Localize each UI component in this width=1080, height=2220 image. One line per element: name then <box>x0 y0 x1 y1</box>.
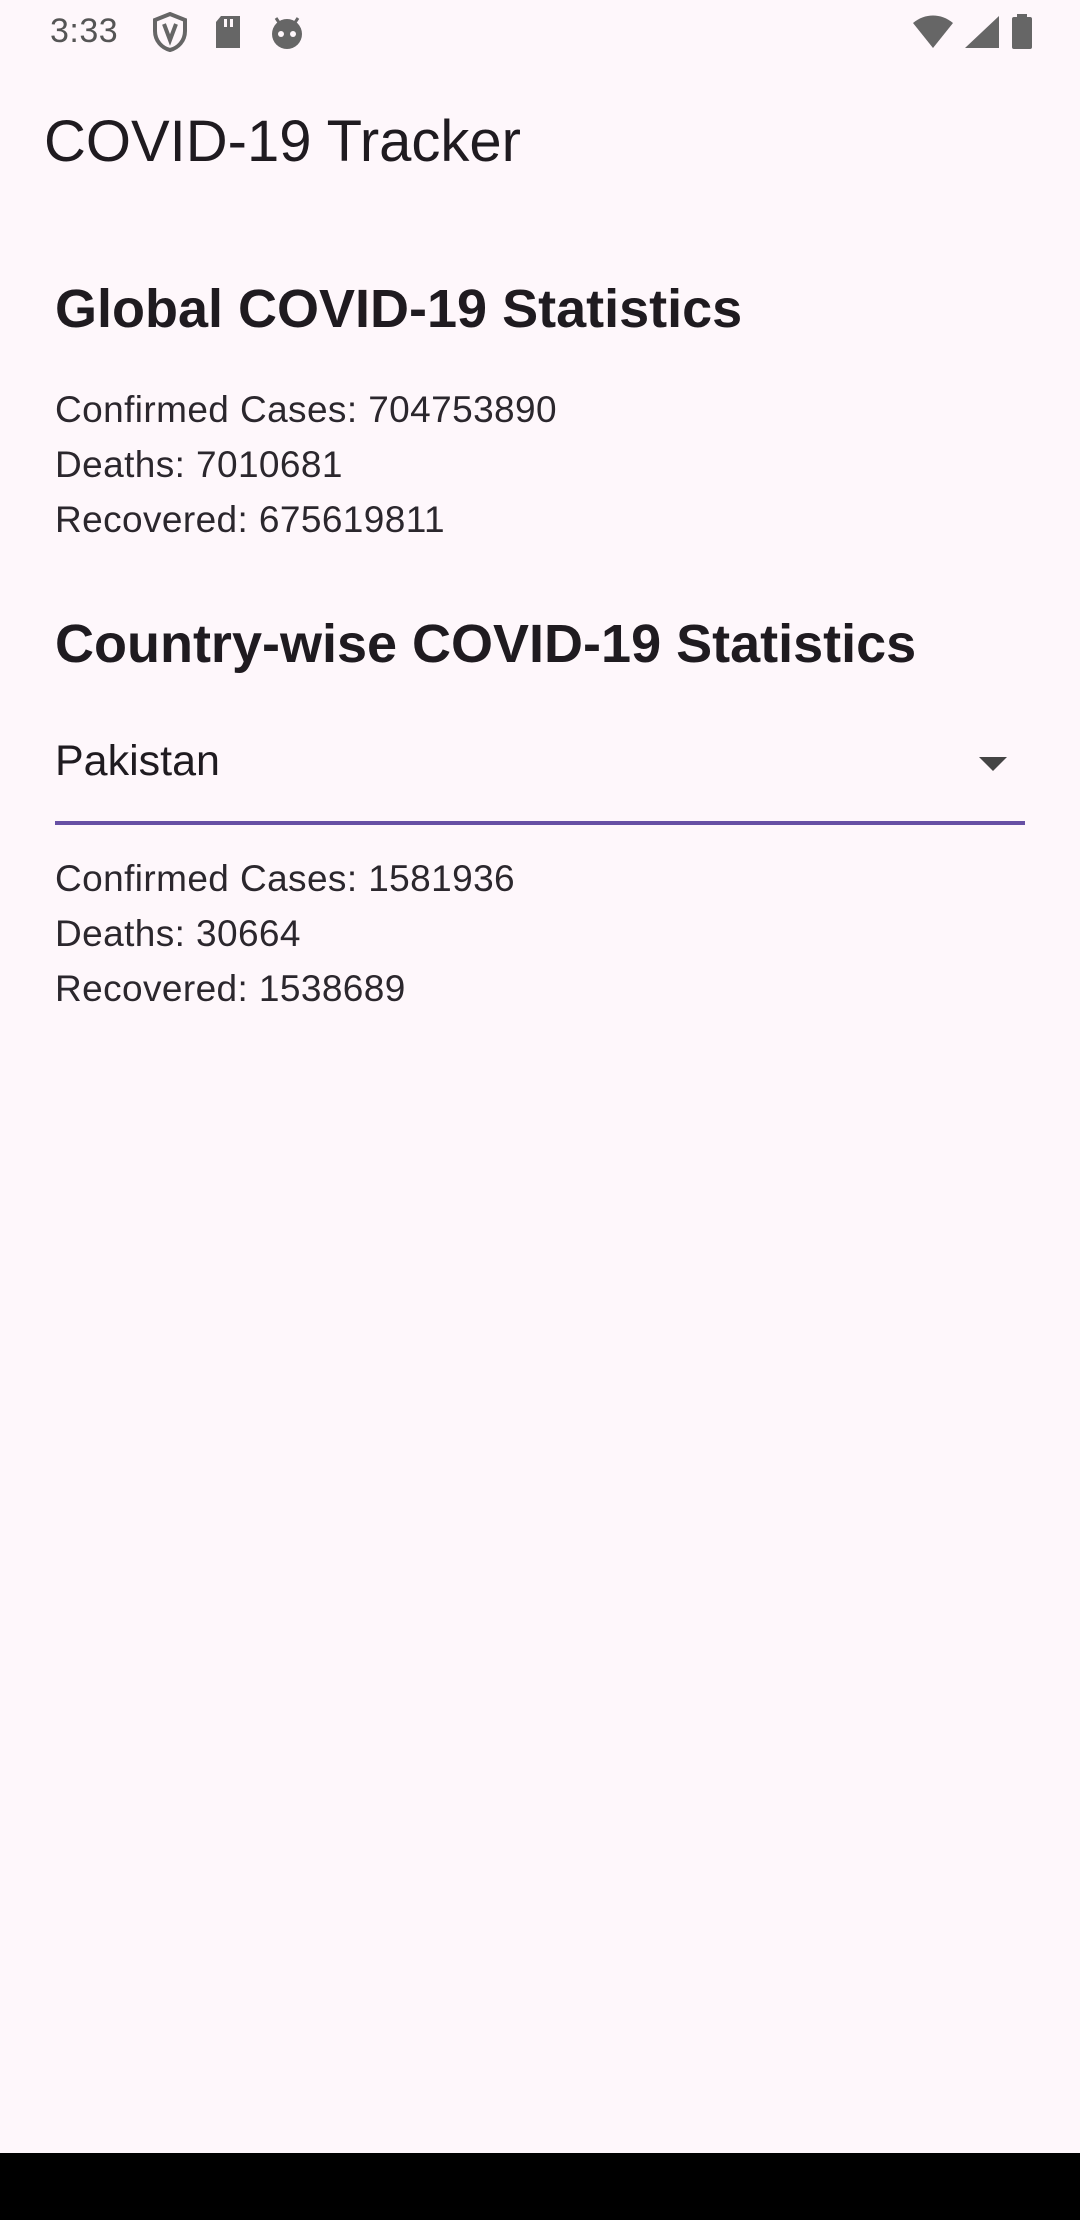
sd-card-icon <box>216 16 240 48</box>
global-stats: Confirmed Cases: 704753890 Deaths: 70106… <box>55 382 1025 547</box>
country-dropdown[interactable]: Pakistan <box>55 731 1025 825</box>
app-bar: COVID-19 Tracker <box>0 66 1080 214</box>
status-right-icons <box>912 14 1034 50</box>
country-deaths: Deaths: 30664 <box>55 913 301 954</box>
global-confirmed: Confirmed Cases: 704753890 <box>55 389 557 430</box>
shield-icon <box>153 12 187 52</box>
caret-down-icon <box>979 757 1007 771</box>
wifi-icon <box>913 15 953 48</box>
country-dropdown-value: Pakistan <box>55 737 220 785</box>
android-face-icon <box>272 17 302 49</box>
main-content: Global COVID-19 Statistics Confirmed Cas… <box>55 270 1025 1016</box>
app-title: COVID-19 Tracker <box>44 109 521 174</box>
status-time: 3:33 <box>50 12 119 50</box>
battery-icon <box>1012 14 1032 49</box>
country-stats-title: Country-wise COVID-19 Statistics <box>55 614 917 674</box>
global-stats-title: Global COVID-19 Statistics <box>55 279 743 339</box>
navigation-bar <box>0 2153 1080 2220</box>
status-bar: 3:33 <box>0 0 1080 66</box>
country-recovered: Recovered: 1538689 <box>55 968 406 1009</box>
global-deaths: Deaths: 7010681 <box>55 444 343 485</box>
country-confirmed: Confirmed Cases: 1581936 <box>55 858 516 899</box>
status-left-icons <box>152 12 306 52</box>
global-recovered: Recovered: 675619811 <box>55 499 445 540</box>
cell-signal-icon <box>965 16 999 48</box>
country-stats: Confirmed Cases: 1581936 Deaths: 30664 R… <box>55 851 1025 1016</box>
